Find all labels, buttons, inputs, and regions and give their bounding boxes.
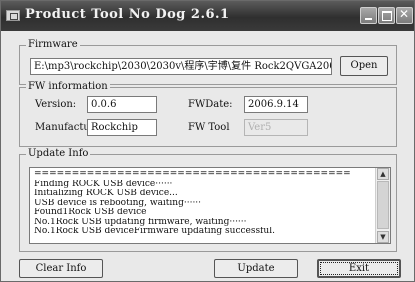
minimize-icon[interactable] <box>360 7 377 24</box>
fw-information-group-label: FW information <box>26 81 110 93</box>
update-log-textarea[interactable]: ========================================… <box>29 167 391 244</box>
log-line: Finding ROCK USB device······ <box>34 179 173 189</box>
log-scrollbar[interactable]: ▲ ▼ <box>375 168 390 243</box>
app-window-icon <box>6 10 20 21</box>
version-label: Version: <box>35 99 77 110</box>
open-button[interactable]: Open <box>340 56 388 76</box>
window-title: Product Tool No Dog 2.6.1 <box>25 7 230 22</box>
version-field[interactable]: 0.0.6 <box>87 96 157 113</box>
clear-info-button[interactable]: Clear Info <box>19 259 103 278</box>
log-line: No.1Rock USB deviceFirmware updating suc… <box>34 227 275 236</box>
firmware-group-label: Firmware <box>26 39 80 51</box>
log-line: Initializing ROCK USB device... <box>34 189 178 198</box>
scroll-up-icon[interactable]: ▲ <box>377 168 389 180</box>
scroll-thumb[interactable] <box>377 181 389 229</box>
log-line: USB device is rebooting, waiting······ <box>34 198 202 208</box>
title-bar[interactable]: Product Tool No Dog 2.6.1 <box>1 1 414 31</box>
log-line: No.1Rock USB updating firmware, waiting·… <box>34 217 247 227</box>
manufacturer-field[interactable]: Rockchip <box>87 119 157 136</box>
manufacturer-label: Manufactu <box>35 122 90 133</box>
exit-button[interactable]: Exit <box>317 259 401 278</box>
fwdate-field[interactable]: 2006.9.14 <box>244 96 308 113</box>
fwtool-field: Ver5 <box>244 119 308 136</box>
log-line: Found1Rock USB device <box>34 208 147 217</box>
update-log-lines: ========================================… <box>34 170 376 237</box>
scroll-down-icon[interactable]: ▼ <box>377 231 389 243</box>
fw-information-group: FW information <box>19 81 397 147</box>
update-button[interactable]: Update <box>214 259 298 278</box>
fwdate-label: FWDate: <box>188 99 233 110</box>
close-icon[interactable] <box>396 7 413 24</box>
app-window: Product Tool No Dog 2.6.1 Firmware E:\mp… <box>0 0 415 282</box>
fwtool-label: FW Tool <box>188 122 230 133</box>
update-info-group-label: Update Info <box>26 148 91 160</box>
maximize-icon[interactable] <box>378 7 395 24</box>
log-line: ========================================… <box>34 170 351 179</box>
firmware-path-field[interactable]: E:\mp3\rockchip\2030\2030v\程序\宇博\复件 Rock… <box>30 58 332 75</box>
